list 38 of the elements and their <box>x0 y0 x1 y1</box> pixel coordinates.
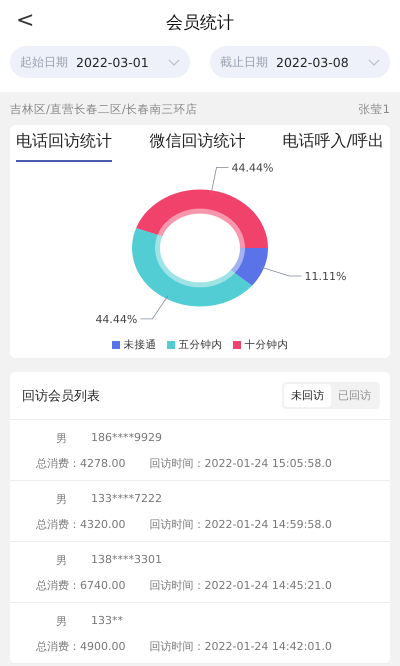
legend-label: 未接通 <box>124 338 156 352</box>
member-phone: 133** <box>91 614 123 629</box>
chart-tab[interactable]: 微信回访统计 <box>149 131 246 162</box>
total-spend: 总消费：4278.00 <box>36 456 126 471</box>
date-picker[interactable]: 截止日期 2022-03-08 <box>210 46 390 78</box>
total-spend: 总消费：4900.00 <box>36 639 126 654</box>
user-name: 张莹1 <box>358 102 390 117</box>
chart-tab[interactable]: 电话呼入/呼出 <box>282 131 384 162</box>
visit-time: 回访时间：2022-01-24 14:45:21.0 <box>150 578 332 593</box>
chevron-down-icon <box>168 58 180 66</box>
legend-label: 五分钟内 <box>178 338 222 352</box>
visit-time: 回访时间：2022-01-24 14:42:01.0 <box>150 639 332 654</box>
leader-line <box>210 166 229 194</box>
store-path: 吉林区/直营长春二区/长春南三环店 <box>10 102 198 117</box>
member-phone: 186****9929 <box>91 431 162 446</box>
member-gender: 男 <box>56 492 67 507</box>
chart-tab[interactable]: 电话回访统计 <box>16 131 112 162</box>
member-gender: 男 <box>56 614 67 629</box>
chevron-down-icon <box>368 58 380 66</box>
member-phone: 133****7222 <box>91 492 162 507</box>
page-title: 会员统计 <box>166 12 234 34</box>
data-label: 44.44% <box>232 162 274 174</box>
total-spend: 总消费：6740.00 <box>36 578 126 593</box>
data-label: 44.44% <box>95 312 138 326</box>
leader-line <box>260 266 302 276</box>
visit-time: 回访时间：2022-01-24 14:59:58.0 <box>150 517 332 532</box>
date-picker[interactable]: 起始日期 2022-03-01 <box>10 46 190 78</box>
total-spend: 总消费：4320.00 <box>36 517 126 532</box>
filter-option[interactable]: 未回访 <box>284 384 331 407</box>
member-phone: 138****3301 <box>91 553 162 568</box>
visit-time: 回访时间：2022-01-24 15:05:58.0 <box>150 456 332 471</box>
back-button[interactable]: < <box>16 8 34 33</box>
member-gender: 男 <box>56 553 67 568</box>
legend-label: 十分钟内 <box>244 338 288 352</box>
leader-line <box>140 295 168 320</box>
list-title: 回访会员列表 <box>22 388 100 404</box>
data-label: 11.11% <box>304 270 346 283</box>
member-gender: 男 <box>56 431 67 446</box>
